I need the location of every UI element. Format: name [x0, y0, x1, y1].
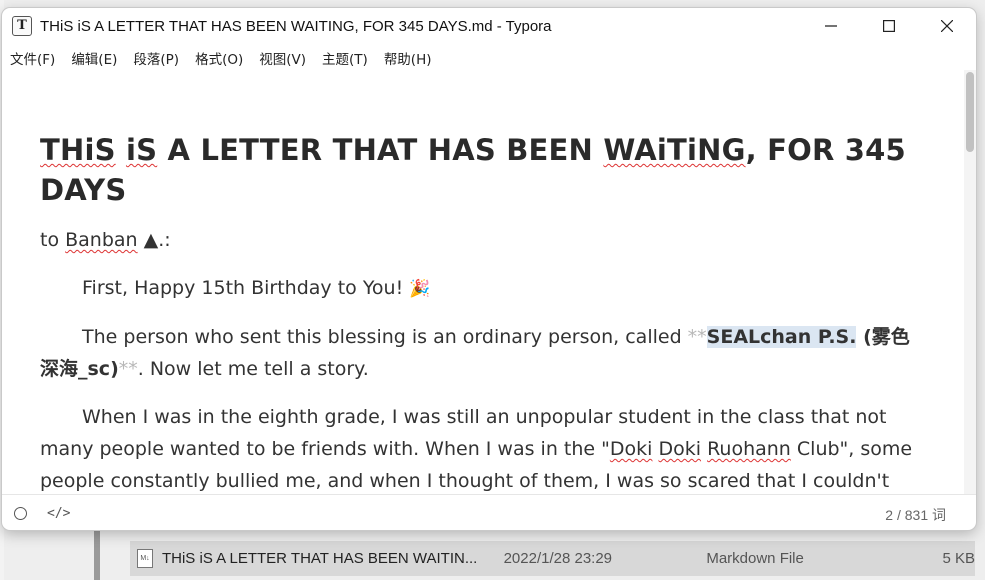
paragraph-birthday[interactable]: First, Happy 15th Birthday to You! 🎉 [40, 272, 926, 305]
recipient-name: Banban [65, 229, 138, 251]
file-name: THiS iS A LETTER THAT HAS BEEN WAITIN... [161, 550, 478, 567]
file-size: 5 KB [942, 550, 975, 567]
status-bar: </> 2 / 831 词 [2, 494, 976, 530]
minimize-icon [825, 25, 837, 27]
word-count[interactable]: 2 / 831 词 [885, 505, 946, 525]
file-date: 2022/1/28 23:29 [503, 550, 613, 567]
close-button[interactable] [918, 8, 976, 44]
scrollbar-thumb[interactable] [966, 72, 974, 152]
typora-app-icon: T [12, 16, 32, 36]
bold-marker-close: ** [118, 358, 138, 380]
paragraph-birthday-text: First, Happy 15th Birthday to You! [82, 277, 410, 299]
document-content[interactable]: THiS iS A LETTER THAT HAS BEEN WAiTiNG, … [40, 130, 926, 494]
menu-paragraph[interactable]: 段落(P) [125, 48, 187, 68]
background-pane-divider[interactable] [94, 530, 100, 580]
editor-area[interactable]: THiS iS A LETTER THAT HAS BEEN WAiTiNG, … [2, 70, 964, 494]
window-controls [802, 8, 976, 44]
bold-marker-open: ** [687, 326, 707, 348]
explorer-file-row[interactable]: M↓ THiS iS A LETTER THAT HAS BEEN WAITIN… [130, 541, 975, 576]
paragraph-sender-post: . Now let me tell a story. [137, 358, 369, 380]
menu-theme[interactable]: 主题(T) [314, 48, 376, 68]
paragraph-sender-pre: The person who sent this blessing is an … [82, 326, 688, 348]
heading-word-this: THiS [40, 133, 116, 167]
paragraph-sender[interactable]: The person who sent this blessing is an … [40, 321, 926, 385]
source-code-toggle-icon[interactable]: </> [47, 506, 70, 521]
typora-window: T THiS iS A LETTER THAT HAS BEEN WAITING… [2, 8, 976, 530]
maximize-icon [883, 20, 895, 32]
paragraph-story[interactable]: When I was in the eighth grade, I was st… [40, 401, 926, 494]
party-popper-icon: 🎉 [409, 279, 431, 299]
greeting-line[interactable]: to Banban ▲.: [40, 224, 926, 256]
heading-middle: A LETTER THAT HAS BEEN [157, 133, 604, 167]
menu-edit[interactable]: 编辑(E) [63, 48, 125, 68]
greeting-prefix: to [40, 229, 66, 251]
heading-word-is: iS [125, 133, 158, 167]
menu-file[interactable]: 文件(F) [2, 48, 63, 68]
sidebar-toggle-icon[interactable] [14, 506, 27, 520]
vertical-scrollbar[interactable] [964, 70, 976, 494]
file-type: Markdown File [706, 550, 804, 567]
word-doki-2: Doki [658, 438, 702, 460]
heading-space [116, 133, 126, 167]
word-ruohann: Ruohann [707, 438, 791, 460]
minimize-button[interactable] [802, 8, 860, 44]
menu-bar: 文件(F) 编辑(E) 段落(P) 格式(O) 视图(V) 主题(T) 帮助(H… [2, 46, 440, 70]
close-icon [941, 20, 953, 32]
word-doki-1: Doki [609, 438, 653, 460]
window-title: THiS iS A LETTER THAT HAS BEEN WAITING, … [40, 17, 552, 35]
menu-view[interactable]: 视图(V) [251, 48, 314, 68]
maximize-button[interactable] [860, 8, 918, 44]
greeting-suffix: ▲.: [137, 229, 171, 251]
menu-help[interactable]: 帮助(H) [376, 48, 440, 68]
heading-word-waiting: WAiTiNG [603, 133, 746, 167]
document-heading[interactable]: THiS iS A LETTER THAT HAS BEEN WAiTiNG, … [40, 130, 926, 210]
title-bar[interactable]: T THiS iS A LETTER THAT HAS BEEN WAITING… [2, 8, 976, 44]
markdown-file-icon: M↓ [137, 549, 153, 568]
selected-bold-text: SEALchan P.S. [706, 326, 857, 348]
menu-format[interactable]: 格式(O) [187, 48, 251, 68]
